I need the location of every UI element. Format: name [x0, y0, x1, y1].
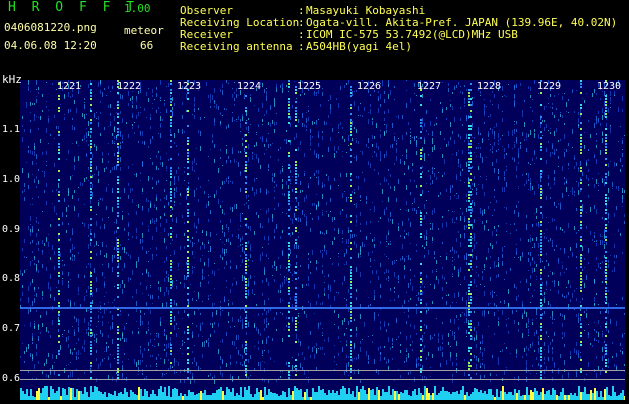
spectrogram [20, 80, 625, 400]
x-tick: 1226 [357, 81, 381, 92]
x-tick: 1224 [237, 81, 261, 92]
info-label-antenna: Receiving antenna [180, 40, 293, 53]
x-tick: 1228 [477, 81, 501, 92]
meteor-count: 66 [140, 40, 153, 52]
x-tick: 1229 [537, 81, 561, 92]
x-tick: 1230 [597, 81, 621, 92]
y-tick: 0.9 [2, 224, 20, 235]
y-tick: 0.6 [2, 373, 20, 384]
meteor-label: meteor [124, 25, 164, 37]
x-tick: 1221 [57, 81, 81, 92]
x-tick: 1223 [177, 81, 201, 92]
x-tick: 1222 [117, 81, 141, 92]
datetime: 04.06.08 12:20 [4, 40, 97, 52]
file-name: 0406081220.png [4, 22, 97, 34]
y-tick: 0.7 [2, 323, 20, 334]
y-tick: 0.8 [2, 273, 20, 284]
info-value-antenna: A504HB(yagi 4el) [306, 40, 412, 53]
x-tick: 1227 [417, 81, 441, 92]
y-axis-unit: kHz [2, 74, 22, 86]
spectrogram-canvas [20, 80, 625, 400]
info-colon: : [298, 40, 305, 53]
y-tick: 1.0 [2, 174, 20, 185]
y-tick: 1.1 [2, 124, 20, 135]
app-title: H R O F F T [8, 2, 138, 14]
app-version: 1.00 [124, 3, 151, 15]
x-tick: 1225 [297, 81, 321, 92]
